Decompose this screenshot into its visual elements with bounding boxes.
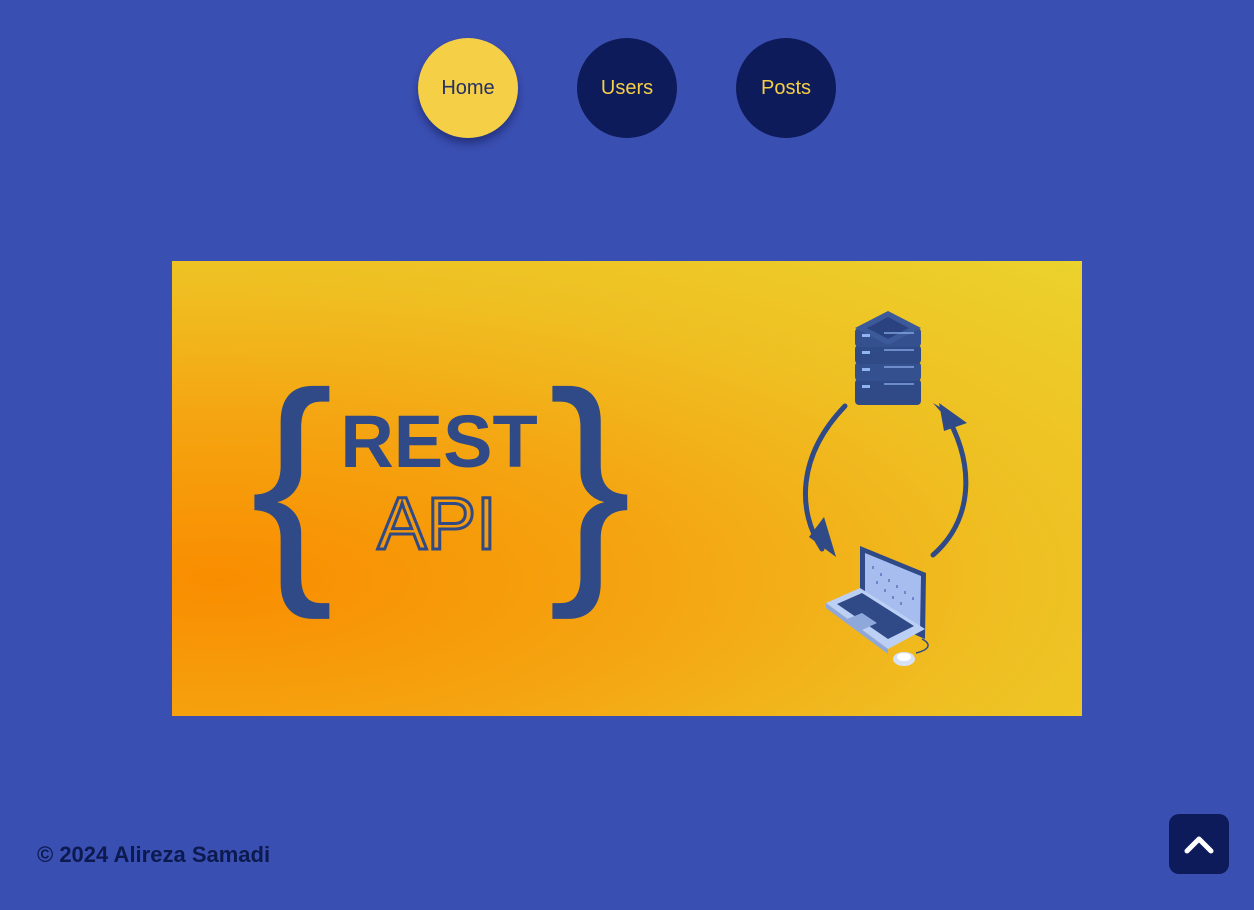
laptop-icon bbox=[826, 546, 926, 654]
nav-users-button[interactable]: Users bbox=[577, 38, 677, 138]
footer-copyright: © 2024 Alireza Samadi bbox=[37, 842, 271, 867]
cycle-arrows-icon bbox=[802, 403, 969, 558]
open-brace: { bbox=[250, 341, 334, 620]
scroll-to-top-button[interactable] bbox=[1169, 814, 1229, 874]
main-nav: Home Users Posts bbox=[0, 38, 1254, 138]
nav-home-button[interactable]: Home bbox=[418, 38, 518, 138]
chevron-up-icon bbox=[1184, 836, 1214, 854]
rest-api-banner: { } REST API bbox=[172, 261, 1082, 716]
server-stack-icon bbox=[855, 311, 921, 405]
banner-title-api: API bbox=[377, 482, 496, 565]
close-brace: } bbox=[548, 341, 632, 620]
banner-title-rest: REST bbox=[340, 400, 537, 483]
cycle-arrowheads bbox=[809, 403, 967, 557]
nav-posts-button[interactable]: Posts bbox=[736, 38, 836, 138]
banner-illustration: { } REST API bbox=[250, 311, 969, 666]
